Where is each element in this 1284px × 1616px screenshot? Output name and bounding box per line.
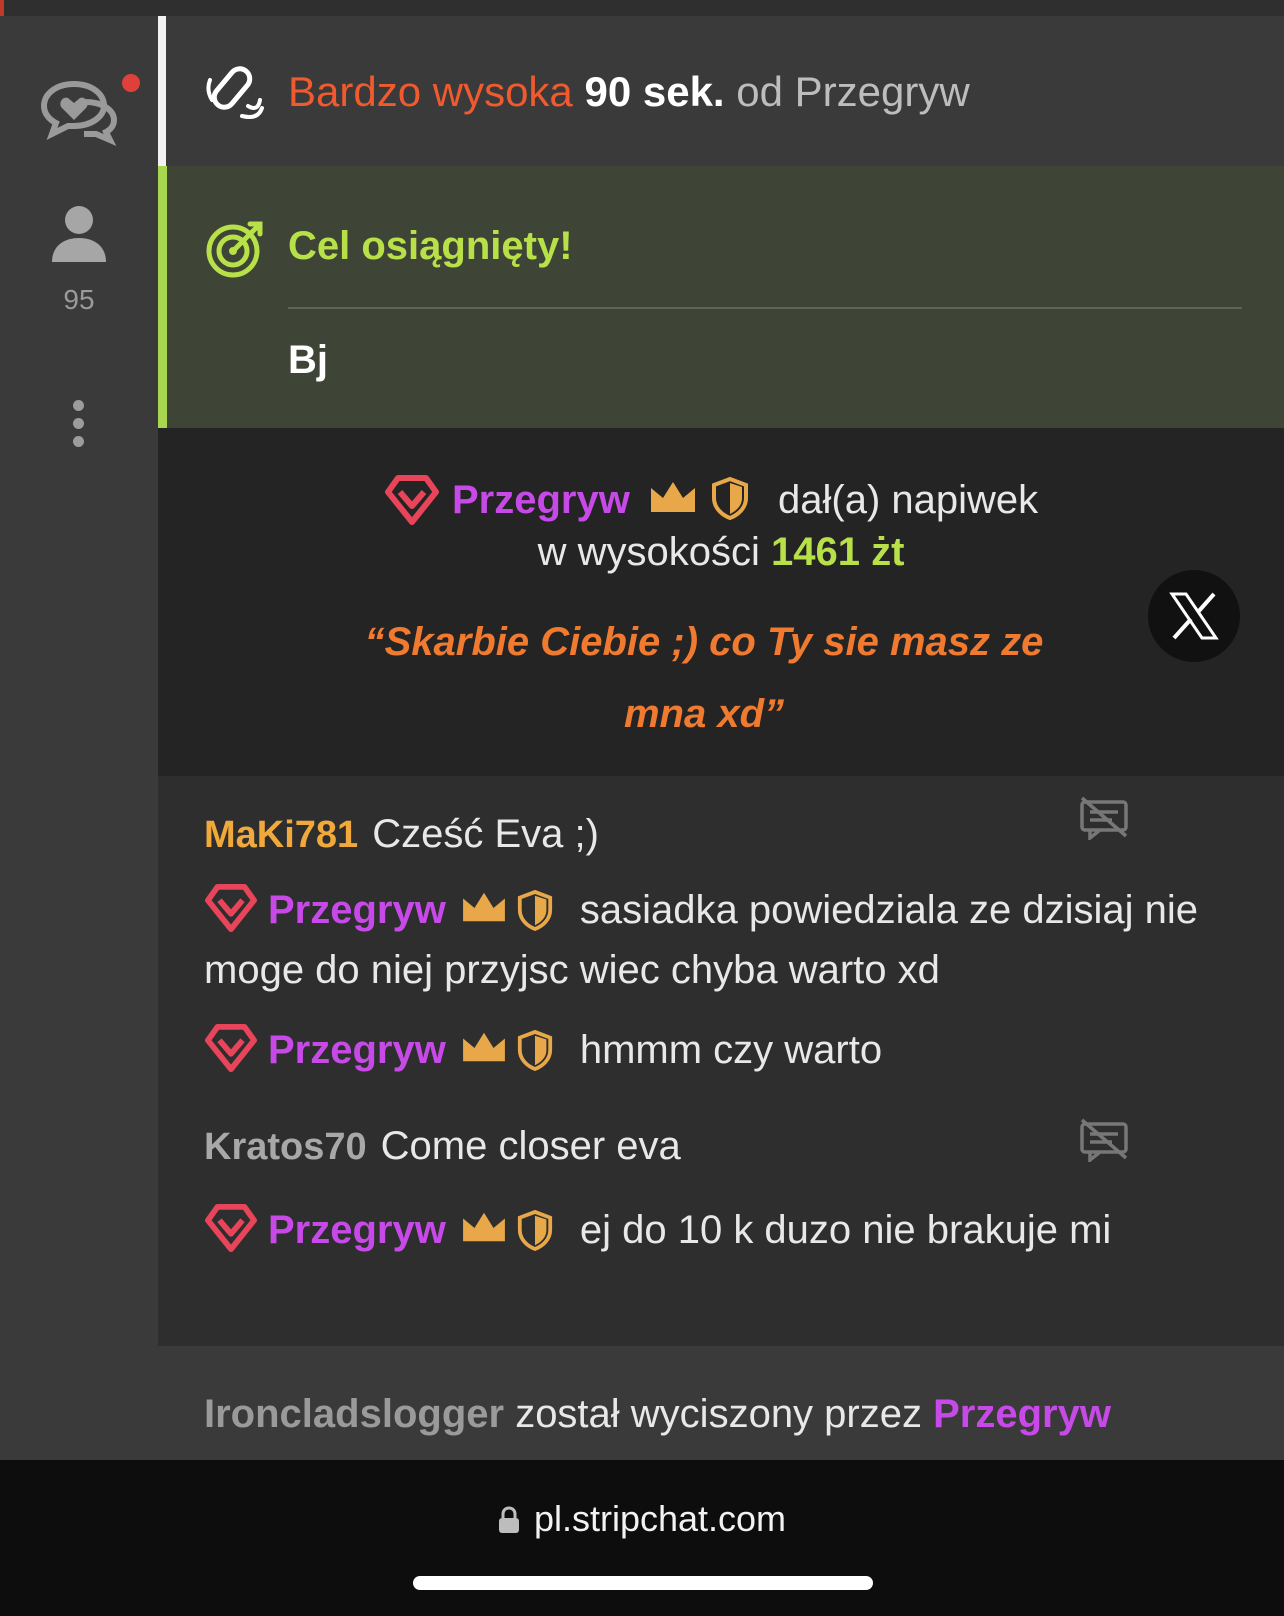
chat-text: Come closer eva (380, 1124, 681, 1168)
top-accent (0, 0, 4, 16)
shield-icon (516, 1208, 554, 1252)
tip-message: “Skarbie Ciebie ;) co Ty sie masz ze mna… (364, 620, 1044, 736)
viewer-count: 95 (63, 284, 95, 315)
shield-icon (710, 476, 750, 521)
goal-bar (158, 166, 167, 428)
notice-text: Bardzo wysoka 90 sek. od Przegryw (288, 68, 970, 116)
chat-username[interactable]: Przegryw (268, 888, 446, 932)
mute-action: został wyciszony przez (515, 1392, 922, 1436)
gem-icon (204, 1203, 258, 1253)
tip-gave-text: dał(a) napiwek (778, 478, 1039, 522)
crown-icon (460, 1204, 508, 1242)
notice-level: Bardzo wysoka (288, 68, 573, 115)
goal-subject: Bj (288, 338, 328, 382)
url-text: pl.stripchat.com (533, 1498, 787, 1539)
chat-message: Przegryw hmmm czy warto (204, 1020, 1244, 1080)
crown-icon (460, 884, 508, 922)
tip-amount: 1461 żt (770, 530, 905, 574)
x-share-button[interactable] (1148, 570, 1240, 662)
target-icon (204, 218, 266, 280)
tip-card: Przegryw dał(a) napiwek w wysokości 1461… (158, 428, 1284, 776)
goal-divider (288, 307, 1242, 309)
mute-text: Ironcladslogger został wyciszony przez P… (204, 1392, 1111, 1437)
tip-amount-prefix: w wysokości (537, 530, 760, 574)
more-options-icon[interactable] (68, 400, 88, 450)
chat-text: Cześć Eva ;) (372, 812, 599, 856)
chat-message: Przegryw sasiadka powiedziala ze dzisiaj … (204, 880, 1244, 1000)
sidebar: 95 (0, 16, 158, 1460)
goal-title: Cel osiągnięty! (288, 224, 573, 268)
notice-from: od Przegryw (736, 68, 970, 115)
gem-icon (204, 883, 258, 933)
x-logo-icon (1169, 592, 1219, 640)
vibration-icon (204, 60, 264, 120)
tipper-username[interactable]: Przegryw (452, 478, 630, 523)
muted-by-username[interactable]: Przegryw (933, 1392, 1111, 1436)
chat-username[interactable]: MaKi781 (204, 814, 358, 856)
shield-icon (516, 1028, 554, 1072)
tip-amount-line: w wysokości 1461 żt (158, 530, 1284, 575)
mute-notice: Ironcladslogger został wyciszony przez P… (158, 1346, 1284, 1460)
chat-username[interactable]: Kratos70 (204, 1126, 367, 1168)
chat-text: ej do 10 k duzo nie brakuje mi (579, 1208, 1112, 1252)
chat-panel: Bardzo wysoka 90 sek. od Przegryw Cel os… (158, 16, 1284, 1460)
user-icon[interactable] (50, 202, 108, 266)
address-bar[interactable]: pl.stripchat.com (0, 1498, 1284, 1540)
chat-message: Przegryw ej do 10 k duzo nie brakuje mi (204, 1200, 1244, 1260)
chat-username[interactable]: Przegryw (268, 1028, 446, 1072)
top-strip (0, 0, 1284, 16)
chat-username[interactable]: Przegryw (268, 1208, 446, 1252)
crown-icon (460, 1024, 508, 1062)
crown-icon (648, 478, 698, 518)
goal-reached-card: Cel osiągnięty! Bj (158, 166, 1284, 428)
hide-message-icon[interactable] (1078, 796, 1130, 842)
notice-duration: 90 sek. (584, 68, 725, 115)
home-indicator[interactable] (413, 1576, 873, 1590)
vibration-notice: Bardzo wysoka 90 sek. od Przegryw (158, 16, 1284, 166)
lock-icon (498, 1501, 520, 1533)
chat-messages: MaKi781 Cześć Eva ;) Przegryw sasiadka pow… (158, 776, 1284, 1346)
chat-text: hmmm czy warto (579, 1028, 883, 1072)
notification-dot (122, 74, 140, 92)
browser-bar: pl.stripchat.com (0, 1460, 1284, 1616)
notice-bar (158, 16, 166, 166)
gem-icon (204, 1023, 258, 1073)
chat-bubbles-icon[interactable] (40, 68, 120, 148)
muted-username[interactable]: Ironcladslogger (204, 1392, 504, 1436)
gem-icon (384, 474, 440, 526)
shield-icon (516, 888, 554, 932)
hide-message-icon[interactable] (1078, 1118, 1130, 1164)
